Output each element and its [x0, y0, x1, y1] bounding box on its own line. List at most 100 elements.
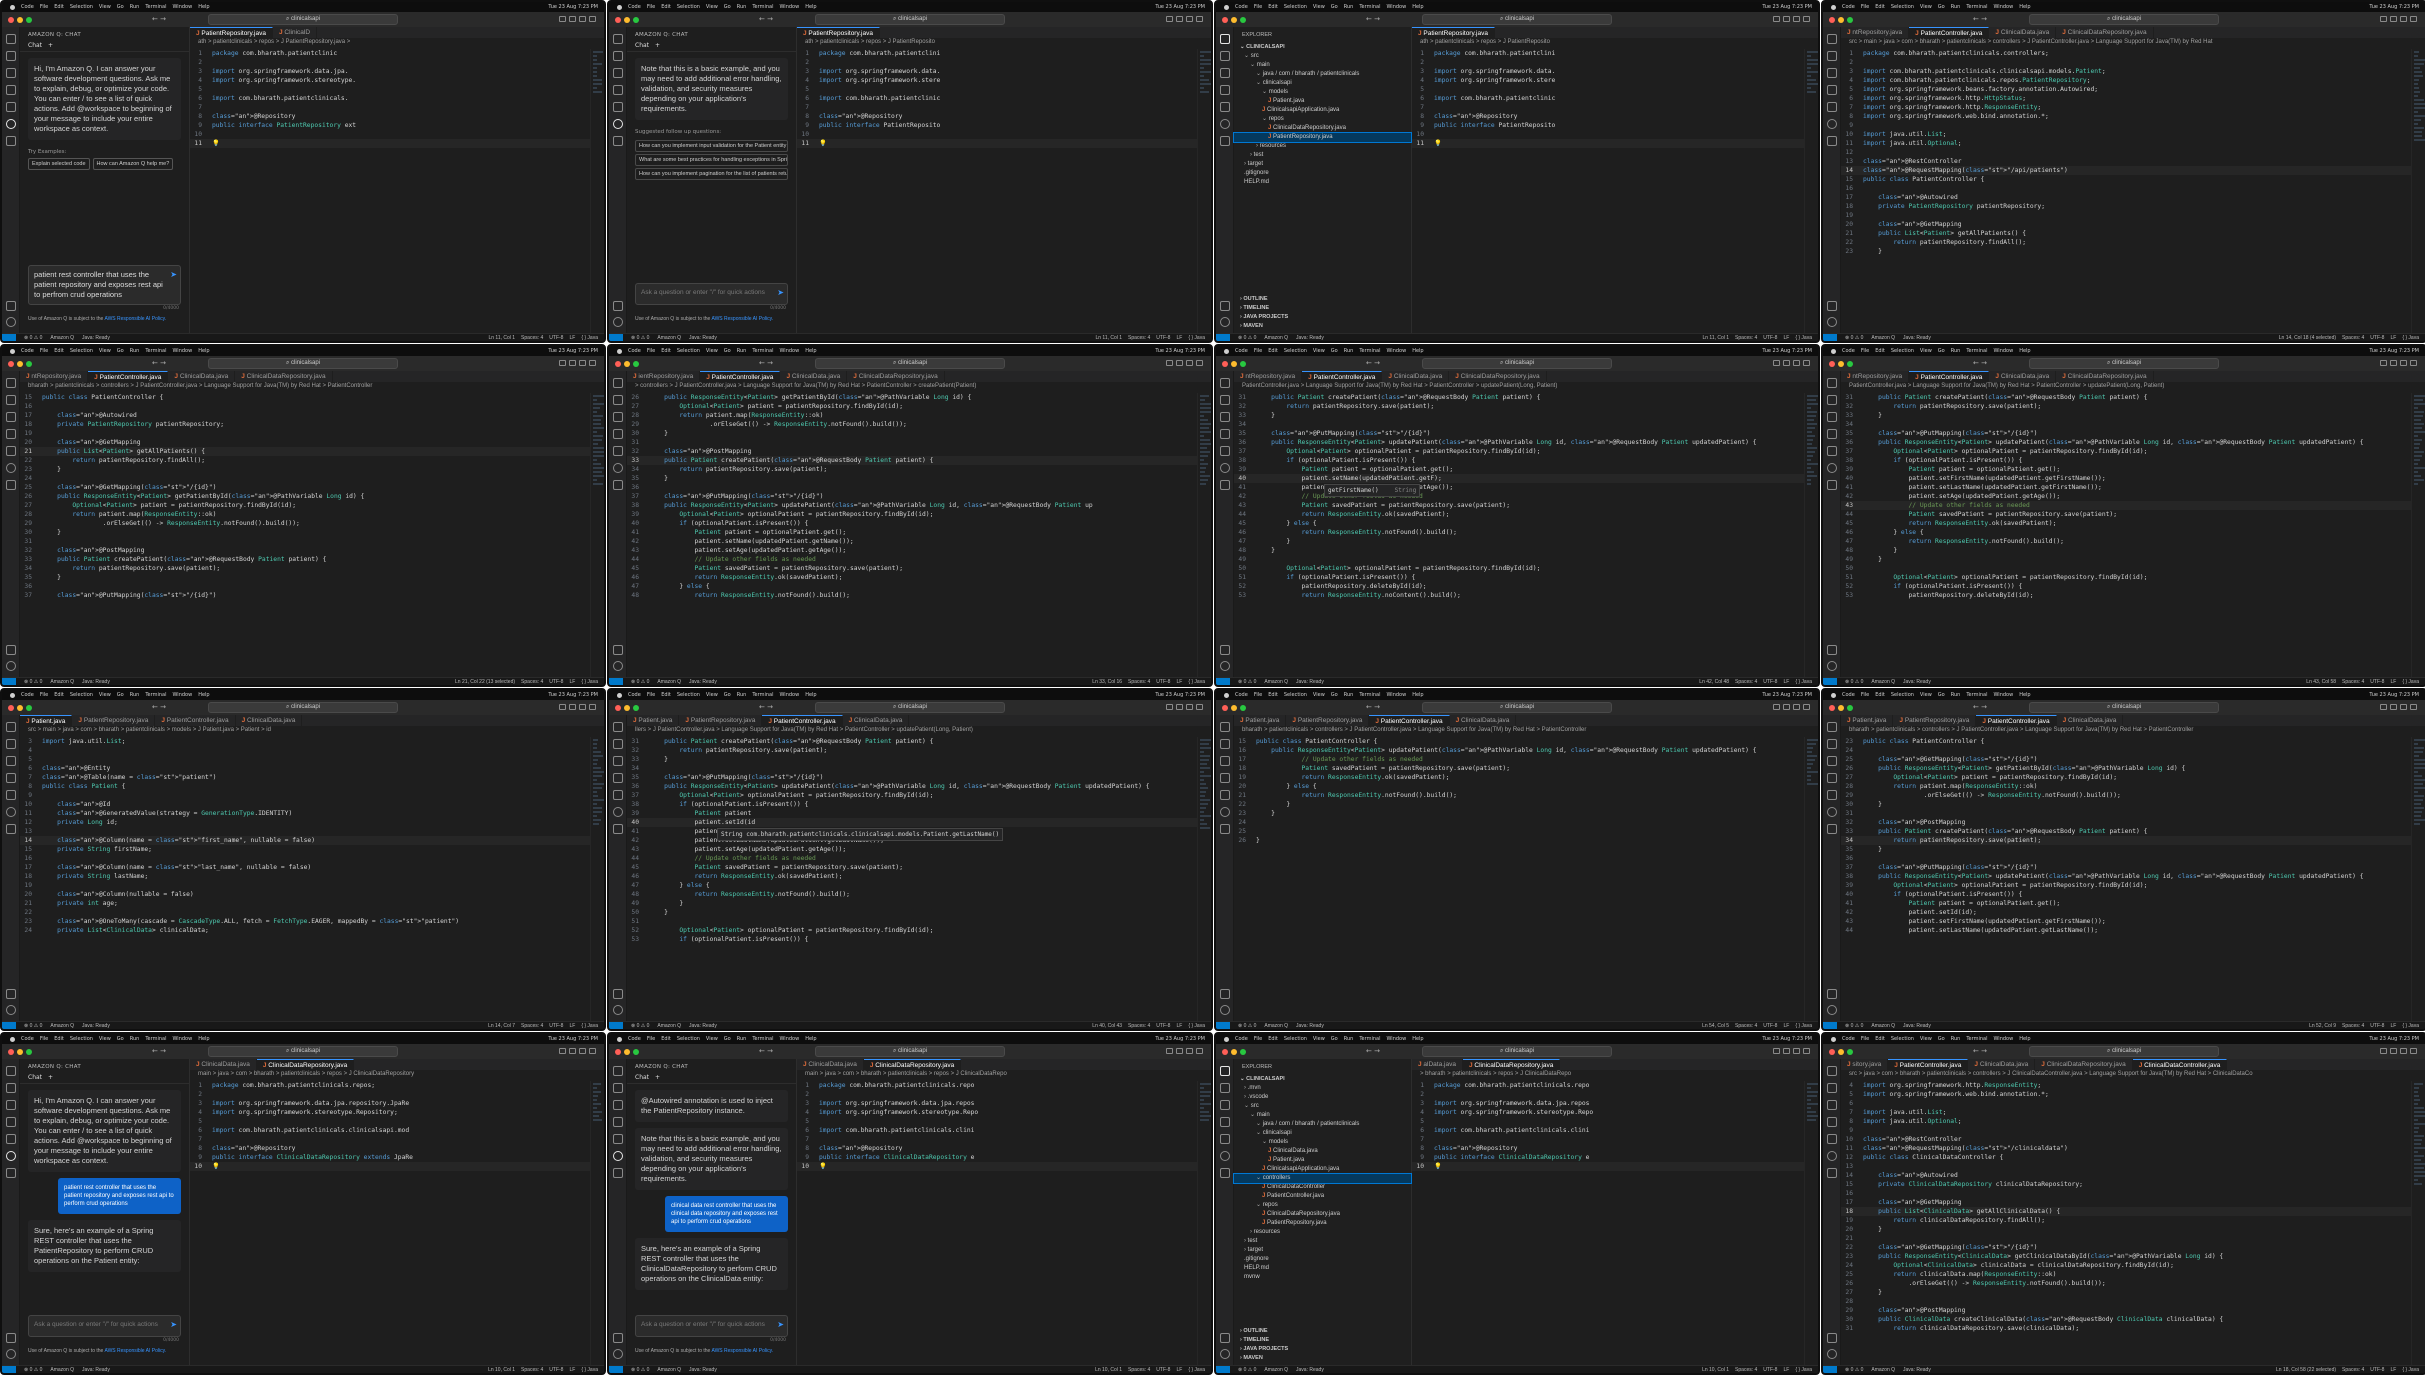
status-item[interactable]: { } Java [1795, 335, 1812, 341]
explorer-root-folder[interactable]: ⌄ CLINICALSAPI [1234, 43, 1411, 52]
breadcrumb[interactable]: main > java > com > bharath > patientcli… [797, 1070, 1211, 1079]
amazon-q-status[interactable]: Amazon Q [50, 1367, 74, 1373]
close-window-button[interactable] [615, 16, 621, 23]
account-icon[interactable] [613, 989, 623, 999]
chat-input[interactable]: Ask a question or enter "/" for quick ac… [635, 1315, 788, 1337]
cursor-position[interactable]: Ln 11, Col 1 [1095, 335, 1122, 341]
editor-tab[interactable]: ClinicalData.java [2057, 715, 2124, 726]
menu-view[interactable]: View [99, 4, 111, 10]
explorer-section-header[interactable]: › JAVA PROJECTS [1234, 313, 1411, 322]
layout-toggle-icon[interactable] [579, 1048, 586, 1054]
command-center-search[interactable]: ⌕ clinicalsapi [1422, 702, 1612, 713]
menu-help[interactable]: Help [2019, 4, 2030, 10]
menu-terminal[interactable]: Terminal [1359, 1036, 1380, 1042]
apple-logo-icon[interactable] [10, 4, 15, 10]
menu-code[interactable]: Code [21, 348, 34, 354]
menu-run[interactable]: Run [130, 1036, 140, 1042]
layout-toggle-icon[interactable] [589, 360, 596, 366]
editor-tab[interactable]: alData.java [1412, 1059, 1463, 1070]
breadcrumb[interactable]: PatientController.java > Language Suppor… [1234, 382, 1818, 391]
apple-logo-icon[interactable] [617, 692, 622, 698]
menu-file[interactable]: File [1254, 348, 1262, 354]
gear-icon[interactable] [1220, 317, 1230, 327]
close-window-button[interactable] [8, 1048, 14, 1055]
minimap[interactable] [1197, 49, 1211, 333]
menu-edit[interactable]: Edit [54, 348, 64, 354]
editor-tab[interactable]: ClinicalData.java [190, 1059, 257, 1070]
menu-window[interactable]: Window [1993, 4, 2013, 10]
status-item[interactable]: Spaces: 4 [521, 1367, 543, 1373]
menu-run[interactable]: Run [130, 4, 140, 10]
minimap[interactable] [590, 393, 604, 677]
menu-run[interactable]: Run [1951, 1036, 1961, 1042]
layout-toggle-icon[interactable] [1166, 360, 1173, 366]
menu-file[interactable]: File [647, 4, 655, 10]
run-debug-icon[interactable] [5, 1117, 16, 1127]
problems-count[interactable]: ⊗ 0 ⚠ 0 [1238, 1367, 1256, 1373]
layout-toggle-icon[interactable] [569, 1048, 576, 1054]
tree-item[interactable]: test [1234, 1237, 1411, 1246]
menu-file[interactable]: File [1861, 348, 1869, 354]
status-item[interactable]: LF [569, 679, 575, 685]
menu-run[interactable]: Run [1951, 348, 1961, 354]
status-item[interactable]: LF [569, 1367, 575, 1373]
menu-selection[interactable]: Selection [677, 1036, 700, 1042]
tree-item[interactable]: ClinicalsapiApplication.java [1234, 1165, 1411, 1174]
status-item[interactable]: Spaces: 4 [2342, 1023, 2364, 1029]
tree-item[interactable]: .vscode [1234, 1093, 1411, 1102]
tree-item[interactable]: ClinicalDataRepository.java [1234, 124, 1411, 133]
code-area[interactable]: 26 public ResponseEntity<Patient> getPat… [627, 393, 1197, 677]
minimap[interactable] [590, 737, 604, 1021]
source-control-icon[interactable] [612, 68, 623, 78]
layout-toggle-icon[interactable] [1186, 704, 1193, 710]
problems-count[interactable]: ⊗ 0 ⚠ 0 [631, 1023, 649, 1029]
extensions-icon[interactable] [1826, 446, 1837, 456]
problems-count[interactable]: ⊗ 0 ⚠ 0 [631, 679, 649, 685]
menu-edit[interactable]: Edit [1268, 692, 1278, 698]
files-icon[interactable] [1219, 722, 1230, 732]
explorer-section-header[interactable]: › MAVEN [1234, 1354, 1411, 1363]
menu-code[interactable]: Code [1235, 4, 1248, 10]
search-icon[interactable] [1826, 739, 1837, 749]
menu-terminal[interactable]: Terminal [1359, 348, 1380, 354]
problems-count[interactable]: ⊗ 0 ⚠ 0 [1845, 335, 1863, 341]
layout-toggle-icon[interactable] [569, 16, 576, 22]
menu-selection[interactable]: Selection [70, 1036, 93, 1042]
minimize-window-button[interactable] [1838, 1048, 1844, 1055]
extensions-icon[interactable] [1219, 446, 1230, 456]
status-item[interactable]: UTF-8 [549, 1367, 563, 1373]
command-center-search[interactable]: ⌕ clinicalsapi [208, 358, 398, 369]
menu-window[interactable]: Window [779, 692, 799, 698]
menu-view[interactable]: View [1920, 348, 1932, 354]
nav-arrows-icon[interactable]: ← → [759, 15, 773, 23]
breadcrumb[interactable]: bharath > patientclinicals > controllers… [1841, 726, 2425, 735]
layout-toggle-icon[interactable] [2380, 1048, 2387, 1054]
cursor-position[interactable]: Ln 10, Col 1 [488, 1367, 515, 1373]
layout-toggle-icon[interactable] [1783, 360, 1790, 366]
minimap[interactable] [1804, 49, 1818, 333]
status-item[interactable]: Spaces: 4 [1735, 1367, 1757, 1373]
new-chat-tab-button[interactable]: + [48, 1074, 53, 1081]
menu-view[interactable]: View [99, 348, 111, 354]
layout-toggle-icon[interactable] [1773, 16, 1780, 22]
menu-terminal[interactable]: Terminal [145, 692, 166, 698]
menu-window[interactable]: Window [1386, 1036, 1406, 1042]
amazon-q-icon[interactable] [612, 463, 623, 473]
more-icon[interactable] [1826, 824, 1837, 834]
menu-terminal[interactable]: Terminal [1359, 692, 1380, 698]
remote-indicator[interactable] [2, 678, 16, 685]
amazon-q-icon[interactable] [1219, 119, 1230, 129]
status-item[interactable]: { } Java [1795, 1023, 1812, 1029]
tree-item[interactable]: ClinicalDataController [1234, 1183, 1411, 1192]
files-icon[interactable] [5, 34, 16, 44]
amazon-q-icon[interactable] [1219, 1151, 1230, 1161]
menu-help[interactable]: Help [1412, 1036, 1423, 1042]
menu-window[interactable]: Window [1993, 348, 2013, 354]
zoom-window-button[interactable] [1847, 360, 1853, 367]
layout-toggle-icon[interactable] [1176, 1048, 1183, 1054]
menu-edit[interactable]: Edit [1875, 1036, 1885, 1042]
source-control-icon[interactable] [1826, 756, 1837, 766]
files-icon[interactable] [1219, 34, 1230, 44]
menu-run[interactable]: Run [737, 4, 747, 10]
menu-code[interactable]: Code [21, 4, 34, 10]
